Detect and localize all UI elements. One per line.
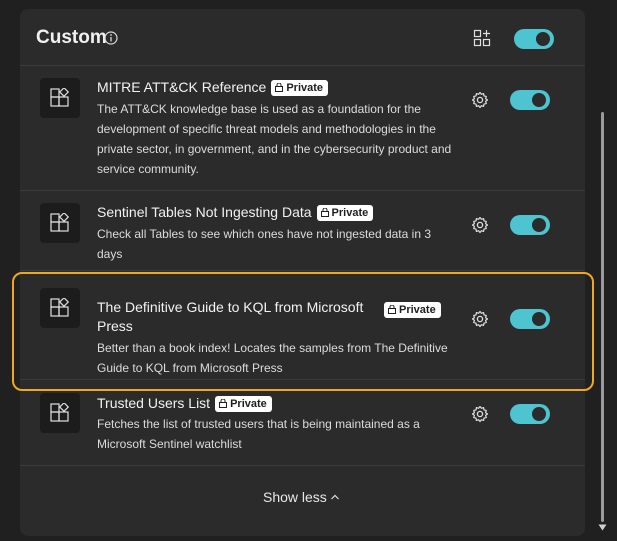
plugin-title-text: MITRE ATT&CK Reference [97,79,267,95]
plugin-icon [40,288,80,328]
toggle-knob [532,407,546,421]
private-badge: Private [384,302,441,318]
settings-gear-icon[interactable] [471,216,489,234]
section-toggle[interactable] [514,29,554,49]
plugin-icon [40,78,80,118]
private-badge: Private [215,396,272,413]
add-plugin-icon[interactable] [473,29,491,47]
plugin-title: Trusted Users List Private [97,394,457,413]
chevron-up-icon[interactable] [330,493,340,501]
scroll-down-arrow-icon[interactable] [598,524,607,531]
plugin-toggle[interactable] [510,215,550,235]
settings-gear-icon[interactable] [471,310,489,328]
apps-icon [50,213,70,232]
lock-icon [219,399,228,409]
plugin-row-kql-guide: The Definitive Guide to KQL from Microso… [20,271,585,380]
badge-label: Private [286,82,324,95]
toggle-knob [532,218,546,232]
show-less-button[interactable]: Show less [263,489,327,505]
private-badge: Private [271,80,329,97]
plugin-title: Sentinel Tables Not Ingesting Data Privat… [97,203,457,222]
plugin-description: The ATT&CK knowledge base is used as a f… [97,102,452,176]
plugin-icon [40,393,80,433]
plugin-description: Better than a book index! Locates the sa… [97,341,448,375]
plugin-row-sentinel-tables: Sentinel Tables Not Ingesting Data Privat… [20,191,585,271]
plugin-description: Check all Tables to see which ones have … [97,227,431,261]
apps-icon [50,88,70,107]
settings-gear-icon[interactable] [471,91,489,109]
apps-icon [50,403,70,422]
plugin-row-mitre: MITRE ATT&CK Reference Private The ATT&CK… [20,66,585,191]
toggle-knob [532,312,546,326]
plugin-title: MITRE ATT&CK Reference Private [97,78,457,97]
toggle-knob [532,93,546,107]
plugin-row-trusted-users: Trusted Users List Private Fetches the li… [20,391,585,466]
badge-label: Private [331,207,369,220]
plugin-toggle[interactable] [510,404,550,424]
plugin-toggle[interactable] [510,309,550,329]
plugin-title-text: Sentinel Tables Not Ingesting Data [97,204,312,220]
badge-label: Private [399,304,436,316]
plugin-title: The Definitive Guide to KQL from Microso… [97,299,364,334]
lock-icon [388,305,396,314]
badge-label: Private [230,398,267,411]
apps-icon [50,298,70,317]
toggle-knob [536,32,550,46]
info-icon[interactable] [104,31,118,45]
plugin-icon [40,203,80,243]
custom-section-panel: Custom MITRE ATT&CK Reference Private Th… [20,9,585,536]
lock-icon [320,208,329,218]
section-header: Custom [20,9,585,66]
scrollbar-thumb[interactable] [601,112,604,522]
private-badge: Private [316,205,374,222]
footer: Show less [20,466,585,526]
plugin-toggle[interactable] [510,90,550,110]
section-title: Custom [36,27,107,48]
plugin-title-text: Trusted Users List [97,395,211,411]
settings-gear-icon[interactable] [471,405,489,423]
plugin-description: Fetches the list of trusted users that i… [97,417,420,451]
lock-icon [275,83,284,93]
